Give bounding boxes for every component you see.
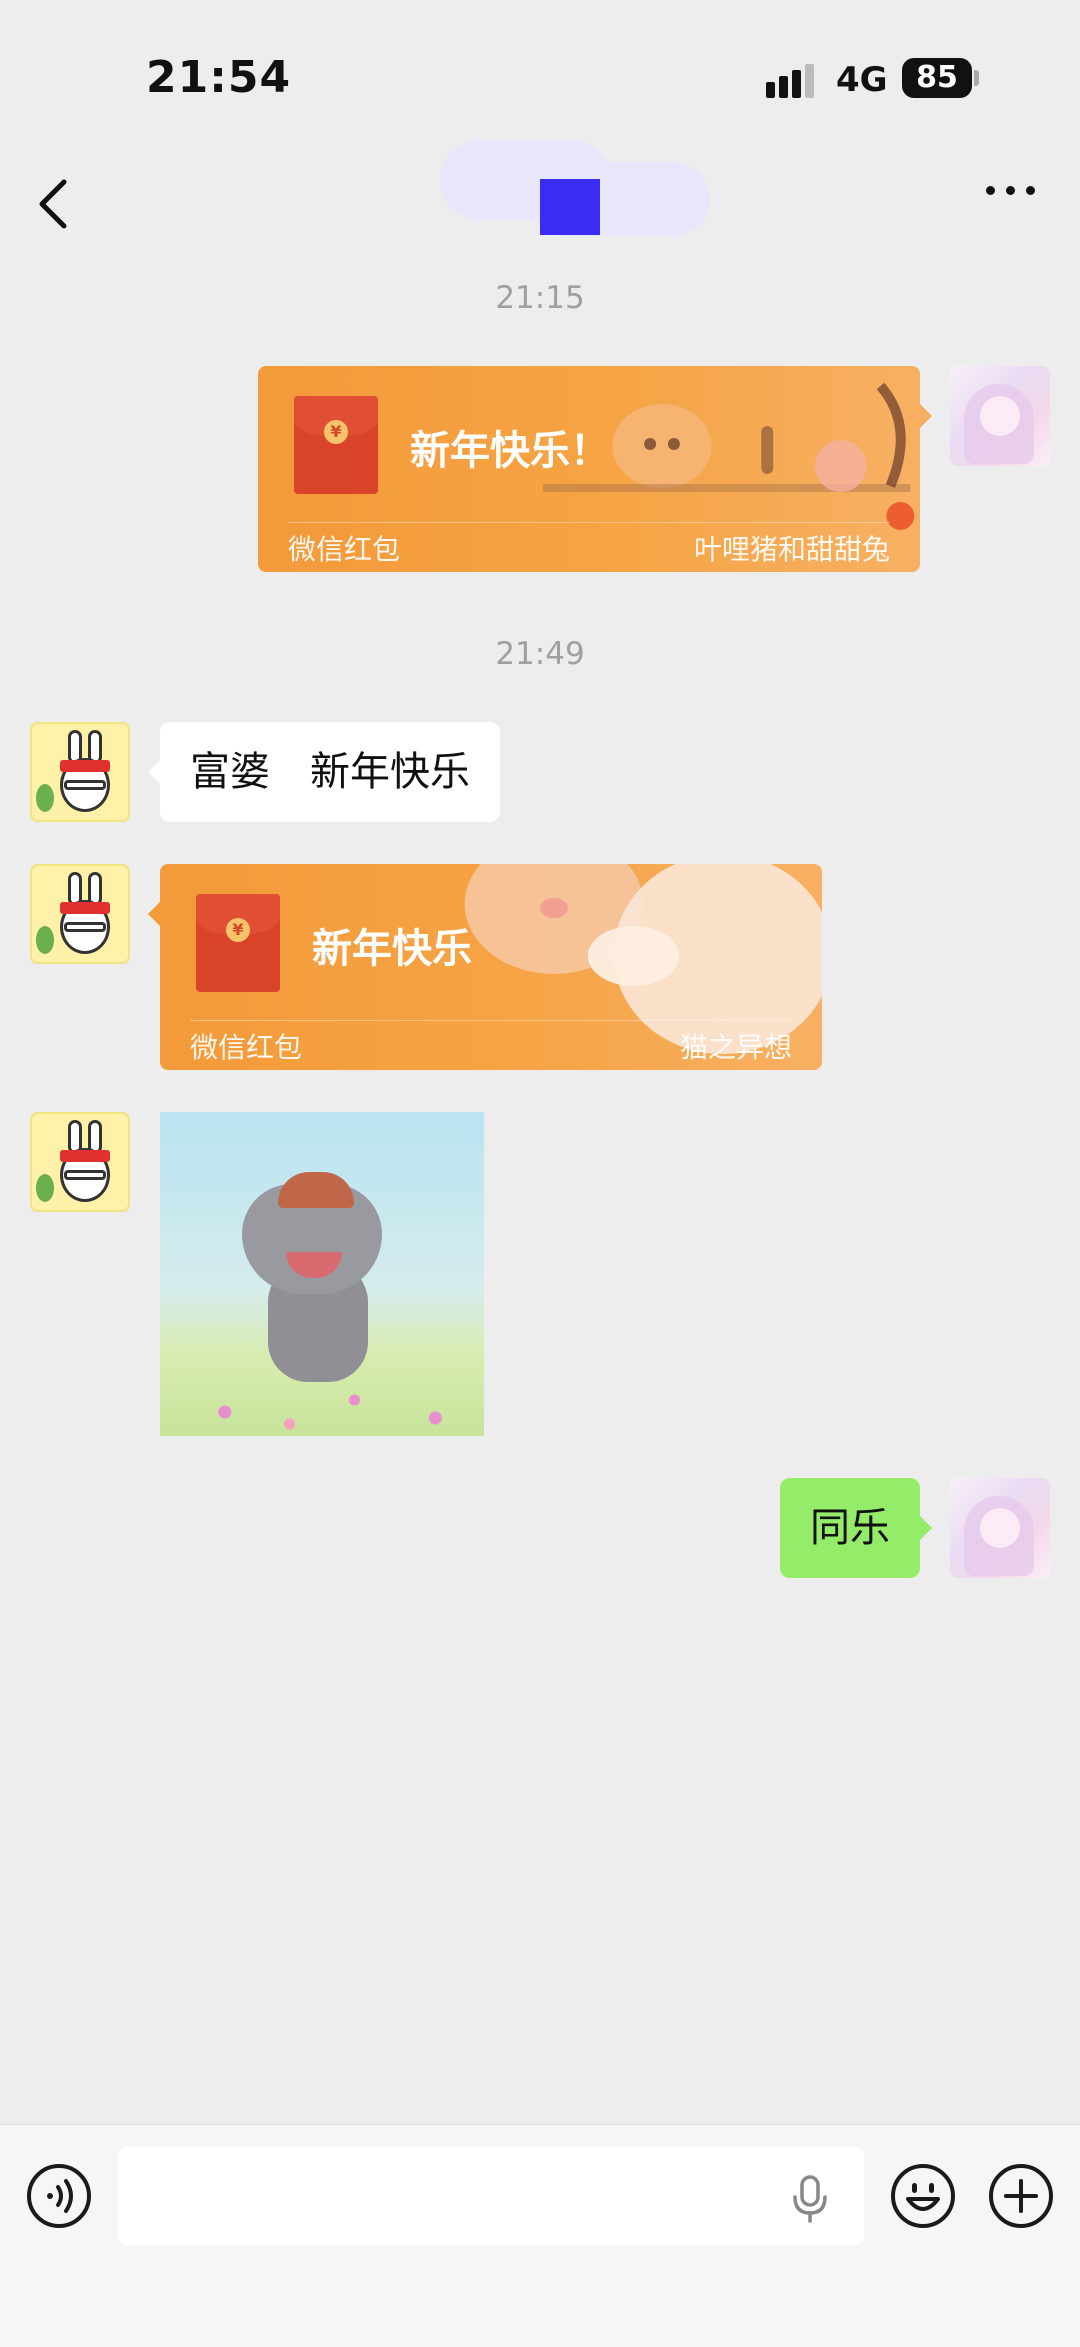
battery-icon: 85 (902, 58, 972, 98)
status-bar: 21:54 4G 85 (0, 0, 1080, 150)
yuan-icon: ¥ (324, 420, 348, 444)
sticker-image[interactable] (160, 1112, 484, 1436)
red-packet-greeting: 新年快乐！ (410, 428, 610, 474)
microphone-icon[interactable] (790, 2175, 830, 2223)
status-time: 21:54 (146, 52, 292, 103)
red-packet-label: 微信红包 (190, 1031, 303, 1064)
avatar-self[interactable] (950, 1478, 1050, 1578)
red-packet-message[interactable]: ¥ 新年快乐！ 微信红包 叶哩猪和甜甜兔 (258, 366, 920, 572)
bubble-tail (148, 902, 160, 926)
avatar-contact[interactable] (30, 722, 130, 822)
chevron-left-icon[interactable] (34, 174, 74, 234)
bubble-tail (920, 404, 932, 428)
bubble-tail (148, 760, 160, 784)
bubble-tail (920, 1516, 932, 1540)
avatar-self[interactable] (950, 366, 1050, 466)
red-envelope-icon: ¥ (294, 396, 378, 494)
input-bar (0, 2124, 1080, 2347)
avatar-contact[interactable] (30, 1112, 130, 1212)
red-packet-greeting: 新年快乐 (312, 926, 472, 972)
avatar-contact[interactable] (30, 864, 130, 964)
divider (288, 522, 890, 523)
more-icon[interactable] (986, 176, 1046, 206)
plus-icon[interactable] (988, 2163, 1054, 2229)
red-packet-cover-name: 叶哩猪和甜甜兔 (693, 533, 890, 566)
message-input[interactable] (118, 2147, 864, 2245)
message-bubble-text[interactable]: 富婆 新年快乐 (160, 722, 500, 822)
voice-icon[interactable] (26, 2163, 92, 2229)
network-type: 4G (836, 60, 888, 100)
battery-tip (974, 70, 979, 86)
chat-title-mask (540, 179, 600, 235)
message-bubble-text[interactable]: 同乐 (780, 1478, 920, 1578)
emoji-icon[interactable] (890, 2163, 956, 2229)
message-timestamp: 21:49 (495, 636, 585, 672)
red-envelope-icon: ¥ (196, 894, 280, 992)
red-packet-message[interactable]: ¥ 新年快乐 微信红包 猫之异想 (160, 864, 822, 1070)
message-timestamp: 21:15 (495, 280, 585, 316)
red-packet-label: 微信红包 (288, 533, 401, 566)
red-packet-cover-name: 猫之异想 (679, 1031, 792, 1064)
yuan-icon: ¥ (226, 918, 250, 942)
divider (190, 1020, 792, 1021)
signal-icon (766, 62, 818, 98)
